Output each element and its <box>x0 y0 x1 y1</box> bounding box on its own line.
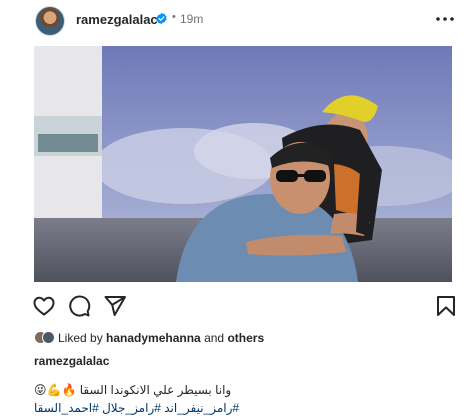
caption-hashtags[interactable]: #رامز_نيفر_اند #رامز_جلال #احمد_السقا <box>34 401 239 415</box>
separator-dot: • <box>172 11 176 23</box>
comment-icon[interactable] <box>67 294 91 318</box>
instagram-post: ramezgalalac • 19m Liked by hanadymehann… <box>0 0 470 420</box>
paper-plane-icon[interactable] <box>103 294 127 318</box>
liker-avatar <box>42 331 55 344</box>
caption-username[interactable]: ramezgalalac <box>34 354 109 368</box>
verified-badge-icon <box>156 12 167 25</box>
likes-text: Liked by hanadymehanna and others <box>58 331 264 345</box>
liker-username[interactable]: hanadymehanna <box>106 331 201 345</box>
post-username[interactable]: ramezgalalac <box>76 12 158 27</box>
bookmark-icon[interactable] <box>434 294 458 318</box>
more-options-icon[interactable] <box>434 10 456 28</box>
post-image[interactable] <box>34 46 452 282</box>
likes-middle: and <box>200 331 228 345</box>
post-header: ramezgalalac • 19m <box>0 0 470 40</box>
caption-text: وانا بسيطر علي الانكوندا السقا 🔥💪😜 <box>34 383 232 397</box>
liker-avatars <box>34 331 56 345</box>
post-timestamp[interactable]: 19m <box>180 12 203 26</box>
profile-avatar[interactable] <box>35 6 65 36</box>
likes-others[interactable]: others <box>227 331 264 345</box>
likes-prefix: Liked by <box>58 331 107 345</box>
heart-icon[interactable] <box>32 294 56 318</box>
post-actions <box>0 290 470 320</box>
